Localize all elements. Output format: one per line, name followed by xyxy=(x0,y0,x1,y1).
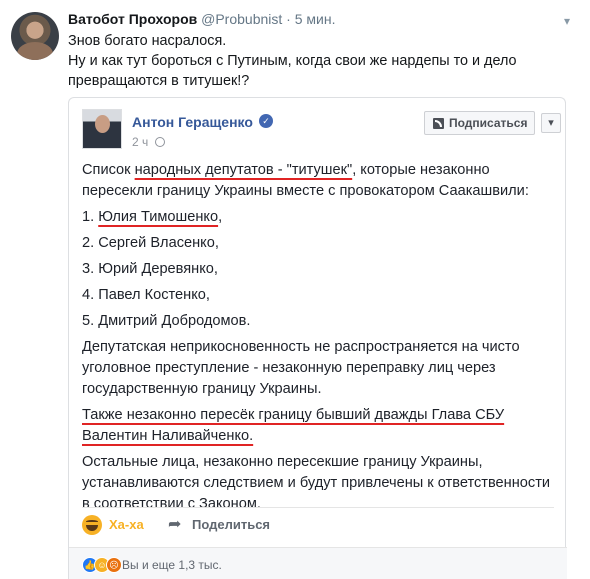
more-icon[interactable]: ▾ xyxy=(541,113,561,133)
list-item-1: 1. Юлия Тимошенко, xyxy=(82,207,557,228)
post-body: Список народных депутатов - "титушек", к… xyxy=(82,160,557,520)
list-item-2: 2. Сергей Власенко, xyxy=(82,235,219,251)
paragraph-others: Остальные лица, незаконно пересекшие гра… xyxy=(82,454,551,512)
chevron-down-icon[interactable]: ▾ xyxy=(560,14,574,28)
globe-icon xyxy=(154,137,165,147)
reaction-button[interactable]: Ха-ха xyxy=(109,517,144,532)
tweet-separator: · xyxy=(286,11,291,27)
paragraph-sbu: Также незаконно пересёк границу бывший д… xyxy=(82,405,557,447)
list-item-1-name: Юлия Тимошенко xyxy=(98,209,219,225)
haha-icon[interactable] xyxy=(82,515,102,535)
list-item-5: 5. Дмитрий Добродомов. xyxy=(82,313,251,329)
verified-icon: ✓ xyxy=(259,114,273,128)
tweet-header: Ватобот Прохоров @Probubnist · 5 мин. xyxy=(68,11,335,27)
tweet-time[interactable]: 5 мин. xyxy=(295,11,336,27)
tweet-line-1: Знов богато насралося. xyxy=(68,33,227,49)
tweet-line-2: Ну и как тут бороться с Путиным, когда с… xyxy=(68,53,517,89)
tweet-author-handle[interactable]: @Probubnist xyxy=(201,11,282,27)
post-time[interactable]: 2 ч xyxy=(132,135,148,149)
tweet: Ватобот Прохоров @Probubnist · 5 мин. ▾ … xyxy=(0,0,590,579)
angry-icon: ☹ xyxy=(106,557,122,573)
paragraph-immunity: Депутатская неприкосновенность не распро… xyxy=(82,339,520,397)
post-actions: Ха-ха ➦ Поделиться xyxy=(82,514,554,538)
tweet-text: Знов богато насралося. Ну и как тут боро… xyxy=(68,31,568,91)
list-item-3: 3. Юрий Деревянко, xyxy=(82,261,218,277)
share-button[interactable]: Поделиться xyxy=(192,517,270,532)
post-author-name[interactable]: Антон Геращенко xyxy=(132,114,253,130)
list-item-1-number: 1. xyxy=(82,209,99,225)
post-meta: 2 ч xyxy=(132,135,165,149)
list-item-1-tail: , xyxy=(218,209,223,225)
intro-highlight: народных депутатов - "титушек" xyxy=(134,162,353,178)
post-author-avatar[interactable] xyxy=(82,109,122,149)
divider xyxy=(82,507,554,508)
avatar-shoulders xyxy=(17,42,53,60)
list-item-4: 4. Павел Костенко, xyxy=(82,287,210,303)
follow-label: Подписаться xyxy=(449,116,528,130)
avatar[interactable] xyxy=(11,12,59,60)
share-icon[interactable]: ➦ xyxy=(168,516,186,534)
reactions-count[interactable]: Вы и еще 1,3 тыс. xyxy=(122,558,222,572)
post-avatar-face xyxy=(95,115,110,133)
rss-icon xyxy=(433,118,444,129)
paragraph-sbu-text: Также незаконно пересёк границу бывший д… xyxy=(82,407,505,444)
embedded-facebook-post[interactable]: Антон Геращенко ✓ 2 ч Подписаться ▾ Спис… xyxy=(68,97,567,579)
follow-button[interactable]: Подписаться xyxy=(424,111,535,135)
post-intro: Список народных депутатов - "титушек", к… xyxy=(82,160,557,202)
tweet-author-name[interactable]: Ватобот Прохоров xyxy=(68,11,197,27)
intro-before: Список xyxy=(82,162,135,178)
